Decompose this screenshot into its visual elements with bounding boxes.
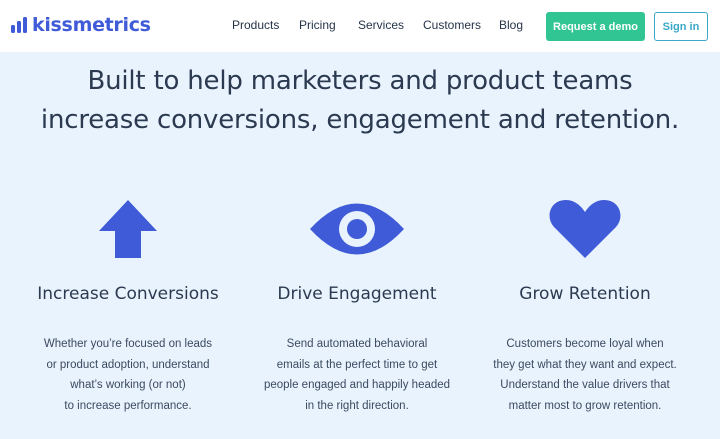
nav-item-customers[interactable]: Customers bbox=[423, 18, 481, 32]
feature-description: Customers become loyal when they get wha… bbox=[485, 334, 685, 416]
feature-increase-conversions: Increase Conversions Whether you’re focu… bbox=[8, 190, 248, 416]
nav-item-blog[interactable]: Blog bbox=[499, 18, 523, 32]
feature-desc-line: what’s working (or not) bbox=[70, 379, 186, 391]
feature-title: Drive Engagement bbox=[277, 284, 437, 304]
feature-desc-line: matter most to grow retention. bbox=[508, 399, 662, 412]
feature-desc-line: they get what they want and expect. bbox=[493, 358, 677, 371]
feature-desc-line: people engaged and happily headed bbox=[263, 379, 451, 391]
feature-title: Increase Conversions bbox=[37, 284, 219, 304]
feature-description: Whether you’re focused on leads or produ… bbox=[28, 334, 228, 416]
feature-desc-line: Customers become loyal when bbox=[506, 338, 664, 350]
nav-item-pricing[interactable]: Pricing bbox=[299, 18, 336, 32]
feature-desc-line: or product adoption, understand bbox=[46, 358, 210, 371]
nav-item-services[interactable]: Services bbox=[358, 18, 404, 32]
feature-grow-retention: Grow Retention Customers become loyal wh… bbox=[465, 190, 705, 416]
feature-desc-line: Whether you’re focused on leads bbox=[43, 338, 213, 350]
top-navbar: kissmetrics Products Pricing Services Cu… bbox=[0, 0, 720, 52]
feature-desc-line: to increase performance. bbox=[64, 399, 192, 412]
hero-headline-line2: increase conversions, engagement and ret… bbox=[40, 105, 680, 135]
hero-headline: Built to help marketers and product team… bbox=[0, 62, 720, 140]
feature-description: Send automated behavioral emails at the … bbox=[257, 334, 457, 416]
feature-desc-line: Understand the value drivers that bbox=[500, 379, 670, 391]
feature-desc-line: emails at the perfect time to get bbox=[276, 358, 438, 371]
brand-logo[interactable]: kissmetrics bbox=[10, 14, 151, 36]
heart-icon bbox=[549, 200, 621, 258]
arrow-up-icon bbox=[99, 200, 157, 258]
feature-title: Grow Retention bbox=[519, 284, 651, 304]
bar-chart-icon bbox=[11, 17, 27, 33]
request-demo-button[interactable]: Request a demo bbox=[546, 12, 645, 41]
feature-desc-line: Send automated behavioral bbox=[286, 338, 428, 350]
nav-item-products[interactable]: Products bbox=[232, 18, 279, 32]
hero-headline-line1: Built to help marketers and product team… bbox=[87, 66, 633, 96]
brand-name: kissmetrics bbox=[32, 14, 151, 36]
feature-drive-engagement: Drive Engagement Send automated behavior… bbox=[237, 190, 477, 416]
feature-desc-line: in the right direction. bbox=[305, 399, 409, 412]
eye-icon bbox=[310, 203, 404, 255]
sign-in-button[interactable]: Sign in bbox=[654, 12, 708, 41]
